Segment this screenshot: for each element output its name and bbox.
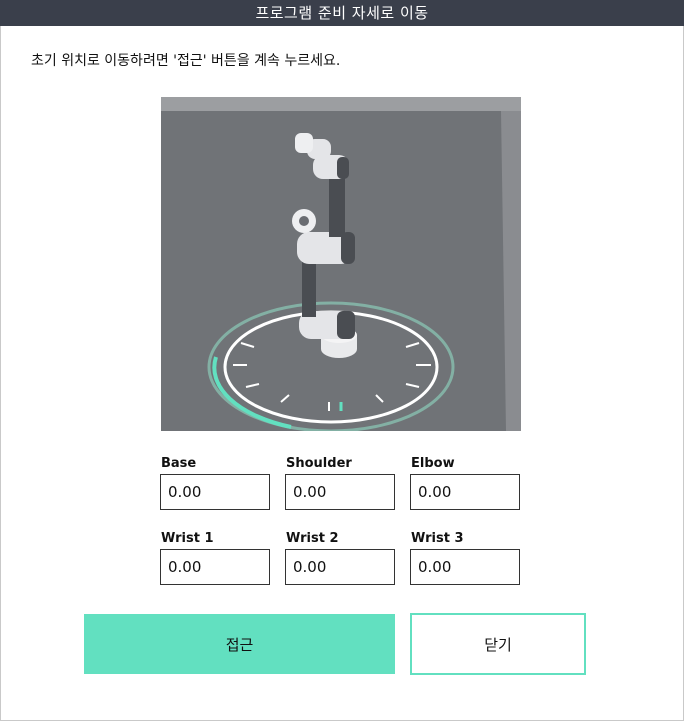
robot-3d-viewport[interactable] <box>161 97 521 431</box>
shoulder-input[interactable] <box>285 474 395 510</box>
close-button[interactable]: 닫기 <box>410 613 586 675</box>
instruction-text: 초기 위치로 이동하려면 '접근' 버튼을 계속 누르세요. <box>31 53 341 69</box>
joint-label-wrist-3: Wrist 3 <box>411 531 464 546</box>
dialog-title: 프로그램 준비 자세로 이동 <box>0 0 684 26</box>
joint-label-elbow: Elbow <box>411 456 455 471</box>
approach-button[interactable]: 접근 <box>84 614 395 674</box>
wrist-1-input[interactable] <box>160 549 270 585</box>
elbow-input[interactable] <box>410 474 520 510</box>
wrist-2-input[interactable] <box>285 549 395 585</box>
wrist-3-input[interactable] <box>410 549 520 585</box>
joint-label-wrist-1: Wrist 1 <box>161 531 214 546</box>
joint-label-wrist-2: Wrist 2 <box>286 531 339 546</box>
joint-label-shoulder: Shoulder <box>286 456 352 471</box>
robot-arm-render <box>161 97 521 431</box>
joint-label-base: Base <box>161 456 197 471</box>
base-input[interactable] <box>160 474 270 510</box>
